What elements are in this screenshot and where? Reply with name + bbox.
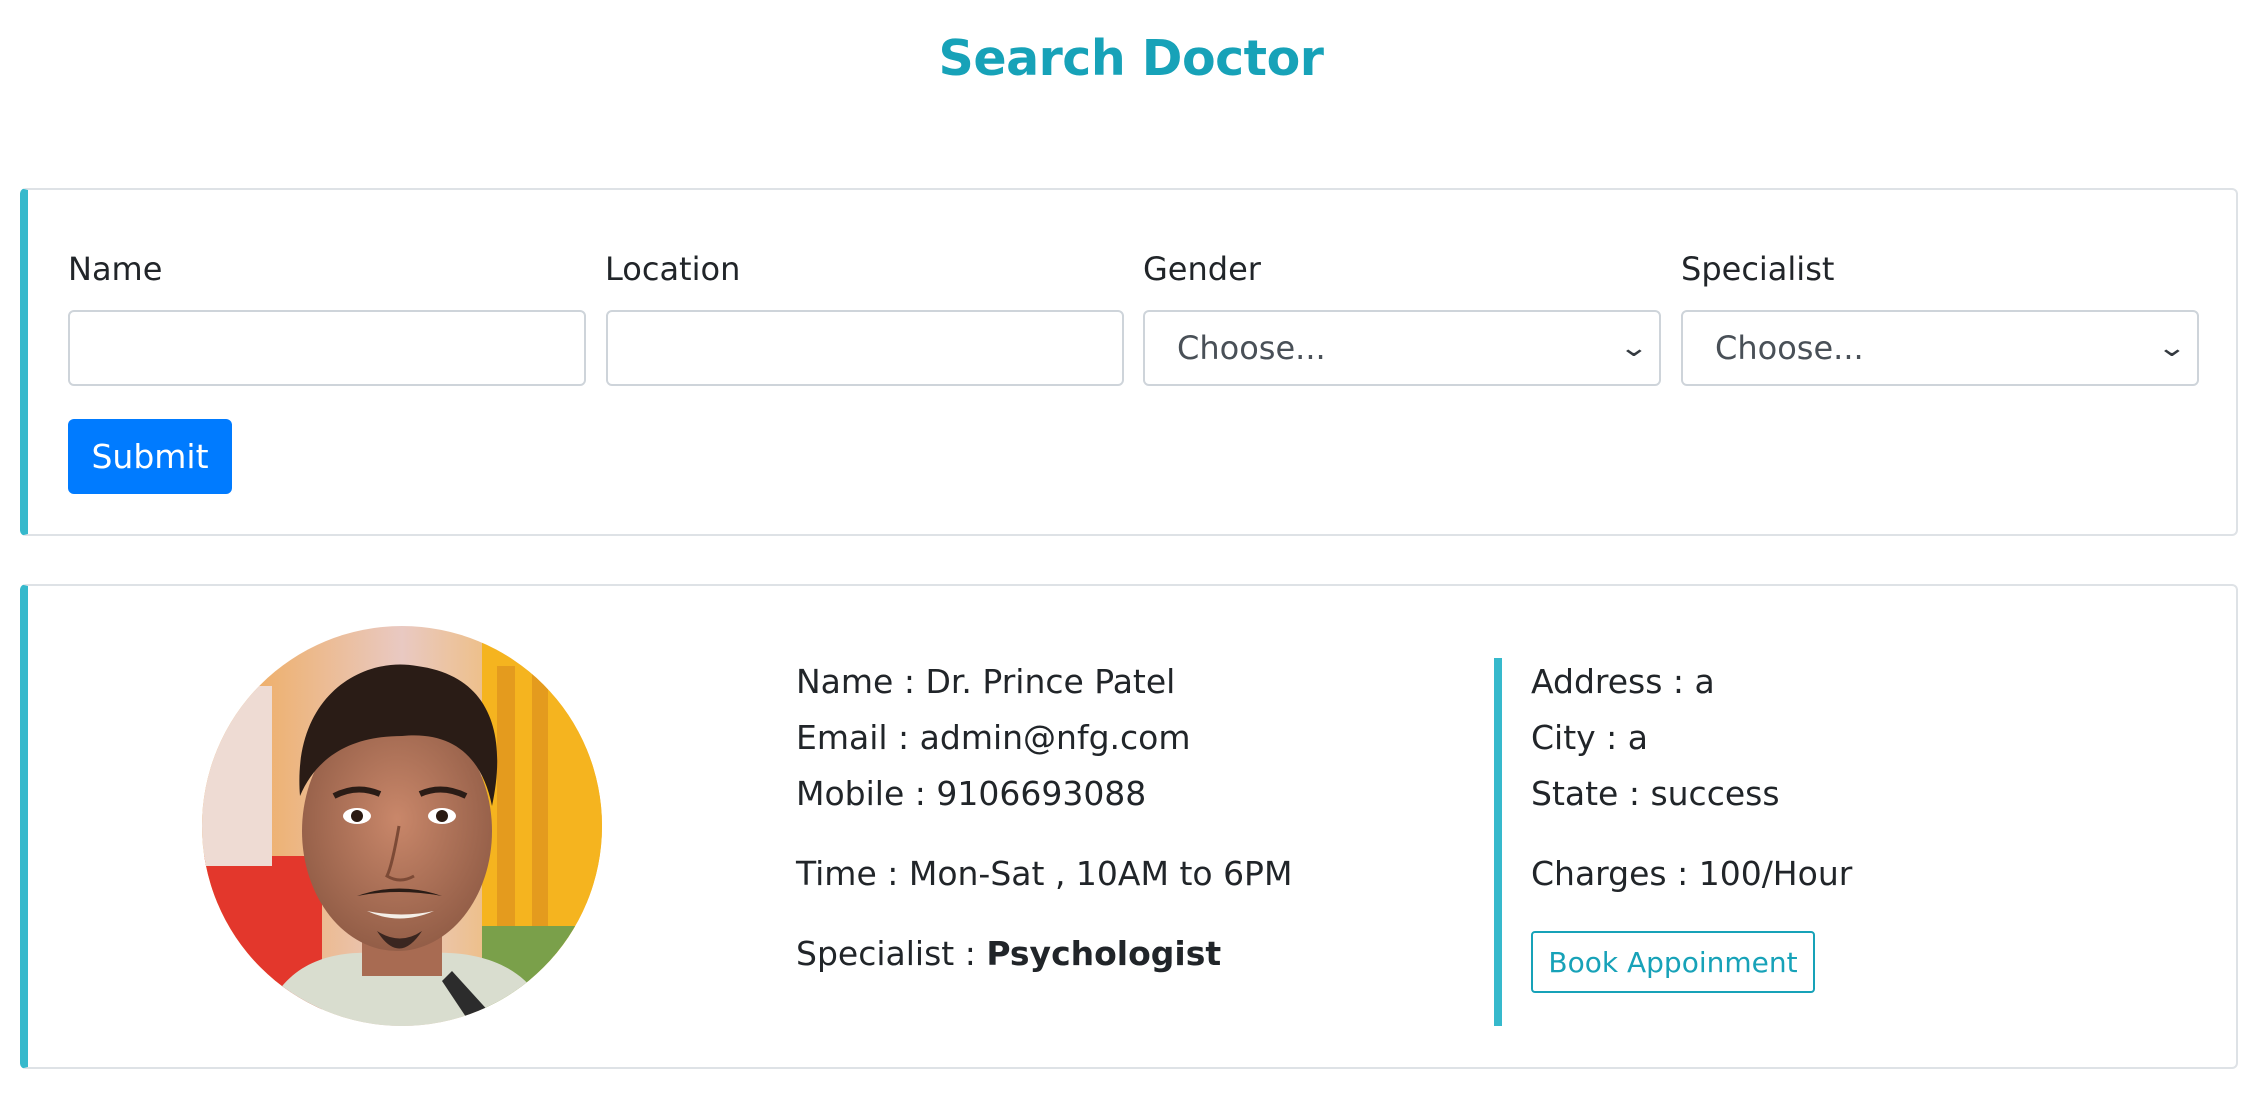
gender-label: Gender [1143,250,1261,288]
doctor-mobile: Mobile : 9106693088 [796,774,1147,813]
doctor-photo [202,626,602,1026]
doctor-address: Address : a [1531,662,1715,701]
book-appointment-button[interactable]: Book Appoinment [1531,931,1815,993]
chevron-down-icon: ⌄ [1618,333,1650,363]
specialist-selected-value: Choose... [1715,329,1864,367]
location-input[interactable] [606,310,1124,386]
gender-select[interactable]: Choose... ⌄ [1143,310,1661,386]
gender-selected-value: Choose... [1177,329,1326,367]
doctor-specialist: Specialist : Psychologist [796,934,1221,973]
doctor-avatar [202,626,602,1026]
specialist-label: Specialist [1681,250,1835,288]
doctor-email: Email : admin@nfg.com [796,718,1191,757]
doctor-charges: Charges : 100/Hour [1531,854,1853,893]
specialist-prefix: Specialist : [796,934,987,973]
doctor-city: City : a [1531,718,1648,757]
doctor-state: State : success [1531,774,1780,813]
page-title: Search Doctor [938,30,1324,87]
location-label: Location [605,250,741,288]
specialist-select[interactable]: Choose... ⌄ [1681,310,2199,386]
info-divider [1494,658,1502,1026]
submit-button[interactable]: Submit [68,419,232,494]
doctor-time: Time : Mon-Sat , 10AM to 6PM [796,854,1293,893]
specialist-value: Psychologist [986,934,1222,973]
name-label: Name [68,250,163,288]
chevron-down-icon: ⌄ [2156,333,2188,363]
doctor-name: Name : Dr. Prince Patel [796,662,1176,701]
name-input[interactable] [68,310,586,386]
